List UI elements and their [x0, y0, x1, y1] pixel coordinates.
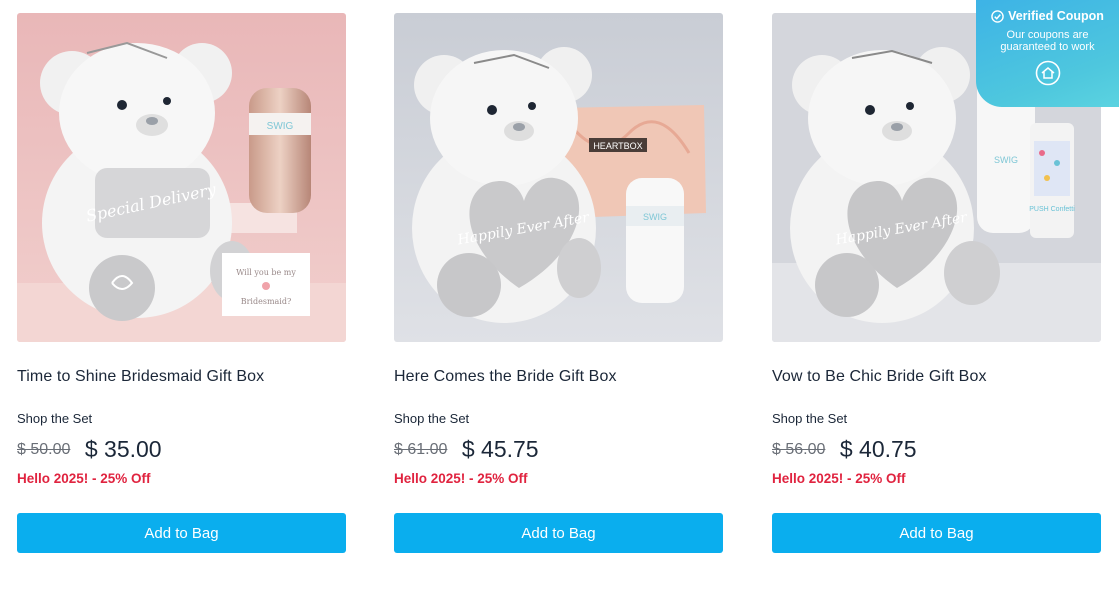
teddy-bear-illustration: HEARTBOX SWIG Happily Ever After: [394, 13, 723, 342]
product-card[interactable]: SWIG Special Delivery Will you be my Bri…: [17, 13, 347, 553]
add-to-bag-button[interactable]: Add to Bag: [17, 513, 346, 553]
svg-text:SWIG: SWIG: [643, 212, 667, 222]
svg-text:SWIG: SWIG: [994, 155, 1018, 165]
svg-text:Will you be my: Will you be my: [236, 268, 296, 277]
price-row: $ 56.00 $ 40.75: [772, 436, 917, 463]
sale-price: $ 40.75: [839, 436, 917, 462]
promo-text: Hello 2025! - 25% Off: [394, 471, 528, 486]
product-image-bridesmaid-box[interactable]: SWIG Special Delivery Will you be my Bri…: [17, 13, 346, 342]
svg-text:SWIG: SWIG: [267, 121, 294, 132]
svg-text:Bridesmaid?: Bridesmaid?: [241, 297, 292, 306]
promo-text: Hello 2025! - 25% Off: [17, 471, 151, 486]
shop-the-set-label: Shop the Set: [394, 411, 470, 426]
original-price: $ 50.00: [17, 440, 71, 458]
shop-the-set-label: Shop the Set: [772, 411, 848, 426]
check-circle-icon: [991, 9, 1004, 23]
price-row: $ 50.00 $ 35.00: [17, 436, 162, 463]
sale-price: $ 45.75: [461, 436, 539, 462]
product-card[interactable]: HEARTBOX SWIG Happily Ever After Here Co…: [394, 13, 724, 553]
home-icon[interactable]: [1035, 60, 1061, 86]
product-title[interactable]: Vow to Be Chic Bride Gift Box: [772, 368, 1102, 386]
add-to-bag-button[interactable]: Add to Bag: [772, 513, 1101, 553]
product-title[interactable]: Time to Shine Bridesmaid Gift Box: [17, 368, 347, 386]
original-price: $ 61.00: [394, 440, 448, 458]
verified-coupon-header: Verified Coupon: [976, 9, 1119, 23]
verified-coupon-title: Verified Coupon: [1008, 9, 1104, 23]
teddy-bear-illustration: SWIG Special Delivery Will you be my Bri…: [17, 13, 346, 342]
svg-text:HEARTBOX: HEARTBOX: [593, 141, 642, 151]
add-to-bag-button[interactable]: Add to Bag: [394, 513, 723, 553]
sale-price: $ 35.00: [84, 436, 162, 462]
price-row: $ 61.00 $ 45.75: [394, 436, 539, 463]
product-title[interactable]: Here Comes the Bride Gift Box: [394, 368, 724, 386]
svg-text:PUSH Confetti: PUSH Confetti: [1029, 206, 1075, 213]
verified-coupon-subtitle: Our coupons are guaranteed to work: [1000, 29, 1095, 53]
product-image-bride-box[interactable]: HEARTBOX SWIG Happily Ever After: [394, 13, 723, 342]
promo-text: Hello 2025! - 25% Off: [772, 471, 906, 486]
shop-the-set-label: Shop the Set: [17, 411, 93, 426]
verified-coupon-badge[interactable]: Verified Coupon Our coupons are guarante…: [976, 0, 1119, 107]
original-price: $ 56.00: [772, 440, 826, 458]
